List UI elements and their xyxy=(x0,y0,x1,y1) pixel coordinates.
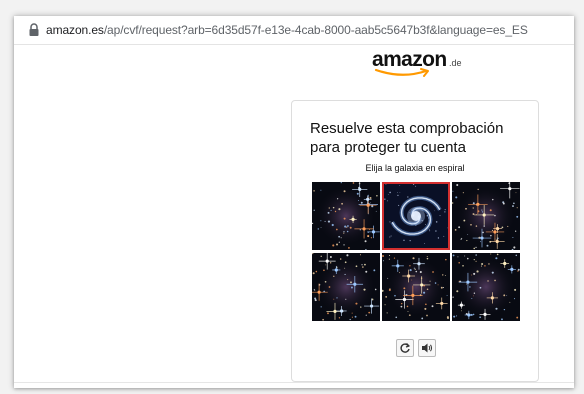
captcha-image-grid xyxy=(312,182,520,321)
browser-window: amazon.es/ap/cvf/request?arb=6d35d57f-e1… xyxy=(14,16,574,388)
star-cluster-image xyxy=(452,182,520,250)
refresh-icon xyxy=(400,343,410,353)
captcha-tile-3[interactable] xyxy=(452,182,520,250)
star-cluster-image xyxy=(452,253,520,321)
url-path: /ap/cvf/request?arb=6d35d57f-e13e-4cab-8… xyxy=(103,23,528,37)
captcha-instruction: Elija la galaxia en espiral xyxy=(365,163,465,173)
amazon-logo[interactable]: amazon .de xyxy=(372,48,472,82)
logo-smile-icon xyxy=(374,68,429,77)
screenshot-frame: amazon.es/ap/cvf/request?arb=6d35d57f-e1… xyxy=(0,0,584,394)
page-divider xyxy=(14,382,574,383)
spiral-galaxy-image xyxy=(382,182,450,250)
captcha-tile-1[interactable] xyxy=(312,182,380,250)
star-cluster-image xyxy=(312,253,380,321)
captcha-tile-5[interactable] xyxy=(382,253,450,321)
url-text[interactable]: amazon.es/ap/cvf/request?arb=6d35d57f-e1… xyxy=(46,23,528,37)
captcha-tile-4[interactable] xyxy=(312,253,380,321)
speaker-icon xyxy=(422,343,433,353)
refresh-button[interactable] xyxy=(396,339,414,357)
captcha-card: Resuelve esta comprobación para proteger… xyxy=(291,100,539,382)
address-bar[interactable]: amazon.es/ap/cvf/request?arb=6d35d57f-e1… xyxy=(14,16,574,45)
url-domain: amazon.es xyxy=(46,23,104,37)
lock-icon xyxy=(28,23,40,37)
captcha-tile-2[interactable] xyxy=(382,182,450,250)
captcha-controls xyxy=(396,339,436,357)
audio-button[interactable] xyxy=(418,339,436,357)
star-cluster-image xyxy=(312,182,380,250)
captcha-tile-6[interactable] xyxy=(452,253,520,321)
logo-country-suffix: .de xyxy=(449,58,462,68)
captcha-title: Resuelve esta comprobación para proteger… xyxy=(310,120,504,156)
star-cluster-image xyxy=(382,253,450,321)
